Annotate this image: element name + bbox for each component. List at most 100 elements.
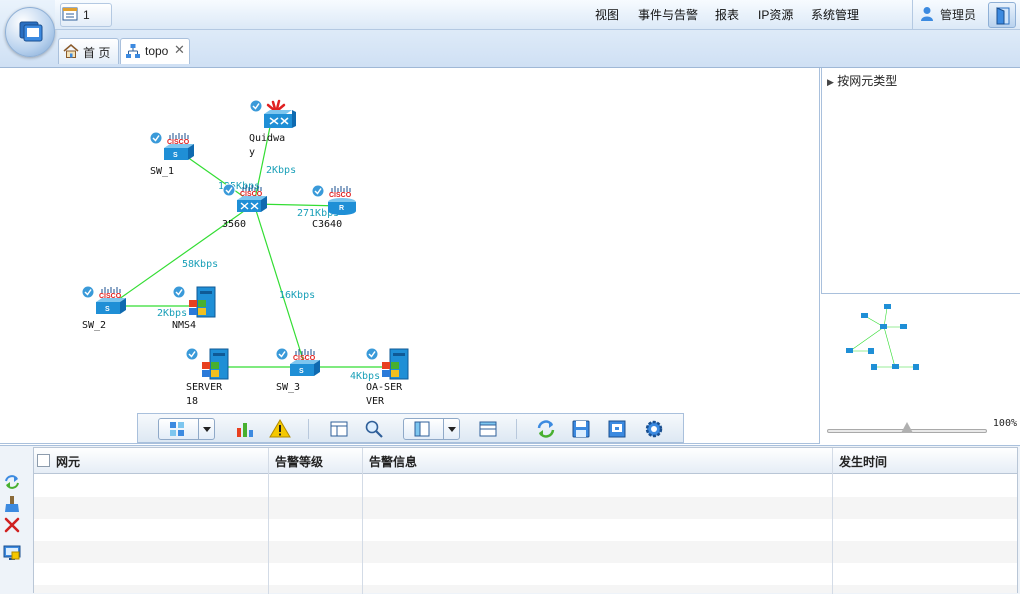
- chevron-right-icon[interactable]: ▶: [827, 77, 834, 87]
- chevron-down-icon: [203, 427, 211, 432]
- huawei-switch-icon: [249, 99, 296, 128]
- zoom-level: 100%: [992, 418, 1017, 429]
- alarm-panel: 网元 告警等级 告警信息 发生时间: [0, 445, 1020, 594]
- home-icon: [63, 44, 79, 58]
- logo-icon: [19, 21, 43, 42]
- table-view-icon[interactable]: [328, 418, 350, 440]
- message-count: 1: [83, 8, 90, 22]
- link-label-sw3-uplink: 16Kbps: [279, 290, 316, 301]
- svg-text:S: S: [173, 152, 178, 159]
- layout-dropdown[interactable]: [158, 418, 215, 440]
- column-header-message[interactable]: 告警信息: [369, 453, 417, 470]
- cisco-switch-icon: CISCO S: [81, 285, 126, 314]
- nav-reports[interactable]: 报表: [715, 6, 739, 24]
- app-logo[interactable]: [5, 7, 55, 57]
- link-label-quidway: 2Kbps: [266, 165, 297, 176]
- node-nms4[interactable]: [171, 284, 219, 323]
- resource-tree-panel: ▶ 按网元类型: [821, 68, 1020, 294]
- windows-server-icon: [185, 347, 229, 380]
- logout-icon: [996, 7, 1010, 25]
- node-3560[interactable]: CISCO: [221, 182, 271, 219]
- top-bar: [55, 0, 1020, 30]
- table-row[interactable]: [34, 585, 1017, 593]
- node-label-c3640: C3640: [312, 219, 343, 230]
- cisco-switch-icon: CISCO S: [149, 131, 194, 160]
- topology-icon: [126, 44, 140, 58]
- close-icon[interactable]: ✕: [174, 42, 185, 58]
- user-icon: [921, 7, 933, 21]
- svg-text:R: R: [339, 205, 344, 212]
- node-label-server18: SERVER 18: [186, 382, 223, 407]
- toolbar-divider: [308, 419, 309, 439]
- tab-topo-label: topo: [145, 44, 169, 58]
- cisco-l3-switch-icon: CISCO: [222, 183, 267, 212]
- node-sw1[interactable]: CISCO S: [148, 130, 198, 167]
- table-row[interactable]: [34, 475, 1017, 497]
- select-all-checkbox[interactable]: [37, 454, 50, 467]
- node-label-sw3: SW_3: [276, 382, 301, 393]
- nav-divider: [912, 0, 913, 30]
- alarm-table: 网元 告警等级 告警信息 发生时间: [33, 447, 1018, 594]
- table-row[interactable]: [34, 563, 1017, 585]
- topology-canvas[interactable]: 2Kbps 125Kbps 271Kbps 58Kbps 16Kbps 2Kbp…: [0, 68, 820, 444]
- app-header: 1 视图 事件与告警 报表 IP资源 系统管理 管理员 首 页 topo ✕: [0, 0, 1020, 68]
- table-row[interactable]: [34, 541, 1017, 563]
- table-row[interactable]: [34, 519, 1017, 541]
- export-image-icon[interactable]: [606, 418, 628, 440]
- nav-view[interactable]: 视图: [595, 6, 619, 24]
- window-icon[interactable]: [477, 418, 499, 440]
- column-header-time[interactable]: 发生时间: [839, 453, 887, 470]
- node-oa-server[interactable]: [364, 346, 412, 385]
- node-server18[interactable]: [184, 346, 232, 385]
- tab-home[interactable]: 首 页: [58, 38, 119, 64]
- layout-grid-icon: [170, 422, 184, 436]
- column-divider: [832, 448, 833, 594]
- nav-ip-resources[interactable]: IP资源: [758, 6, 793, 24]
- logout-button[interactable]: [988, 2, 1016, 28]
- minimap[interactable]: [821, 294, 1020, 414]
- node-label-sw1: SW_1: [150, 166, 175, 177]
- panel-layout-dropdown[interactable]: [403, 418, 460, 440]
- node-label-3560: 3560: [222, 219, 247, 230]
- table-row[interactable]: [34, 497, 1017, 519]
- monitor-icon[interactable]: [3, 544, 21, 562]
- tree-node-label: 按网元类型: [837, 74, 898, 88]
- svg-text:S: S: [105, 306, 110, 313]
- chevron-down-icon: [448, 427, 456, 432]
- panel-layout-icon: [414, 421, 430, 437]
- node-label-quidway: Quidwa y: [249, 133, 286, 158]
- delete-icon[interactable]: [3, 516, 21, 534]
- topology-links: [111, 121, 395, 368]
- save-icon[interactable]: [570, 418, 592, 440]
- search-icon[interactable]: [363, 418, 385, 440]
- overview-panel: 100%: [821, 294, 1020, 444]
- zoom-slider-thumb[interactable]: [901, 422, 913, 433]
- alarm-table-header: 网元 告警等级 告警信息 发生时间: [34, 448, 1017, 474]
- toolbar-divider: [516, 419, 517, 439]
- clear-icon[interactable]: [3, 495, 21, 513]
- column-divider: [268, 448, 269, 594]
- column-header-element[interactable]: 网元: [56, 453, 80, 470]
- column-header-severity[interactable]: 告警等级: [275, 453, 323, 470]
- node-sw3[interactable]: CISCO S: [274, 346, 324, 383]
- node-quidway[interactable]: [248, 98, 298, 135]
- tab-home-label: 首 页: [83, 46, 111, 60]
- node-c3640[interactable]: CISCO R: [310, 183, 362, 220]
- link-label-sw2-uplink: 58Kbps: [182, 259, 219, 270]
- cisco-router-icon: CISCO R: [311, 184, 356, 215]
- nav-events-alarms[interactable]: 事件与告警: [638, 6, 698, 24]
- gear-icon[interactable]: [643, 418, 665, 440]
- tree-node-by-type[interactable]: ▶ 按网元类型: [827, 72, 897, 89]
- svg-text:CISCO: CISCO: [329, 192, 352, 199]
- svg-text:S: S: [299, 368, 304, 375]
- refresh-icon[interactable]: [535, 418, 557, 440]
- node-sw2[interactable]: CISCO S: [80, 284, 130, 321]
- column-divider: [362, 448, 363, 594]
- refresh-icon[interactable]: [3, 473, 21, 491]
- warning-icon[interactable]: [269, 418, 291, 440]
- tab-topo[interactable]: topo ✕: [120, 38, 190, 64]
- nav-system-management[interactable]: 系统管理: [811, 6, 859, 24]
- statistics-icon[interactable]: [234, 418, 256, 440]
- user-name[interactable]: 管理员: [940, 6, 976, 23]
- node-label-oa-server: OA-SER VER: [366, 382, 403, 407]
